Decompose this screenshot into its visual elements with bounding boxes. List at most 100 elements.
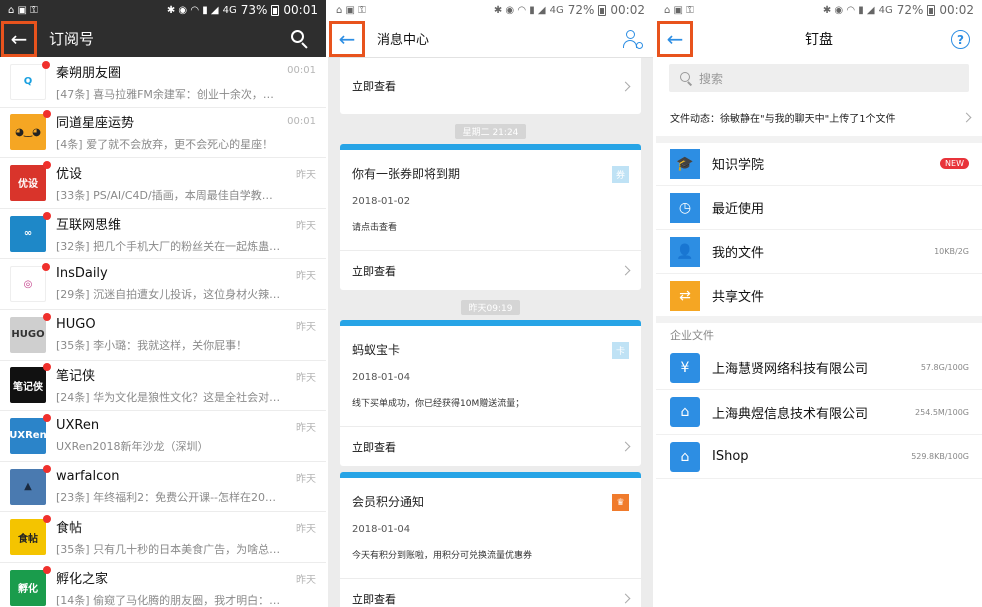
- drive-item-label: 共享文件: [712, 290, 765, 305]
- notification-icons: ⌂ ▣ ⚿: [8, 4, 38, 16]
- back-button[interactable]: ←: [657, 21, 693, 57]
- page-title: 订阅号: [49, 30, 95, 48]
- avatar-glyph: 孵化: [18, 584, 38, 596]
- enterprise-item[interactable]: ⌂ IShop 529.8KB/100G: [656, 435, 982, 479]
- clock: 00:02: [610, 3, 645, 17]
- status-bar: ⌂ ▣ ⚿ ✱ ◉ ◠ ▮ ◢ 4G 73% 00:01: [0, 0, 326, 20]
- back-button[interactable]: ←: [1, 20, 37, 57]
- chevron-right-icon: [620, 593, 631, 604]
- subscription-item[interactable]: 食帖 食帖 [35条] 只有几十秒的日本美食广告，为啥总能... 昨天: [0, 512, 326, 563]
- net-label: 4G: [878, 4, 893, 16]
- avatar: ◎: [10, 263, 50, 303]
- subscription-item[interactable]: UXRen UXRen UXRen2018新年沙龙（深圳） 昨天: [0, 411, 326, 462]
- chevron-right-icon: [620, 81, 631, 91]
- storage-usage: 10KB/2G: [934, 247, 969, 256]
- view-now-link[interactable]: 立即查看: [340, 578, 641, 607]
- header: ← 钉盘 ?: [656, 20, 982, 58]
- card-description: 请点击查看: [352, 223, 398, 233]
- view-now-label: 立即查看: [352, 80, 396, 93]
- chevron-right-icon: [961, 112, 972, 122]
- card-description: 今天有积分到账啦，用积分可兑换流量优惠券: [352, 551, 533, 561]
- header: ← 消息中心: [328, 20, 653, 58]
- enterprise-label: IShop: [712, 449, 749, 464]
- subscription-item[interactable]: ∞ 互联网思维 [32条] 把几个手机大厂的粉丝关在一起炼蛊，... 昨天: [0, 209, 326, 260]
- enterprise-files-label: 企业文件: [670, 329, 714, 342]
- view-now-link[interactable]: 立即查看: [340, 426, 641, 466]
- unread-dot: [42, 263, 50, 272]
- unread-dot: [43, 211, 51, 220]
- unread-dot: [43, 413, 51, 422]
- view-now-link[interactable]: 立即查看: [340, 58, 641, 114]
- subscription-item[interactable]: 优设 优设 [33条] PS/AI/C4D/插画，本周最佳自学教程精... 昨天: [0, 158, 326, 209]
- highlight-box: [657, 21, 693, 57]
- view-now-label: 立即查看: [352, 440, 396, 454]
- status-bar: ⌂ ▣ ⚿ ✱ ◉ ◠ ▮ ◢ 4G 72% 00:02: [328, 0, 653, 20]
- file-activity-row[interactable]: 文件动态：徐敏静在"与我的聊天中"上传了1个文件: [656, 98, 982, 136]
- avatar-glyph: HUGO: [11, 329, 45, 341]
- drive-item[interactable]: ⇄ 共享文件: [656, 274, 982, 318]
- subscription-name: 孵化之家: [56, 571, 109, 587]
- unread-dot: [43, 160, 51, 169]
- user-settings-icon[interactable]: [623, 29, 643, 49]
- subscription-time: 昨天: [296, 220, 316, 232]
- subscription-item[interactable]: ▲ warfalcon [23条] 年终福利2：免费公开课--怎样在2018..…: [0, 462, 326, 513]
- battery-percent: 72%: [567, 3, 595, 17]
- drive-item[interactable]: 🎓 知识学院 NEW: [656, 142, 982, 186]
- drive-item[interactable]: 👤 我的文件 10KB/2G: [656, 230, 982, 274]
- enterprise-item[interactable]: ⌂ 上海典煜信息技术有限公司 254.5M/100G: [656, 391, 982, 435]
- share-icon: ⇄: [670, 280, 700, 311]
- section-gap: [656, 316, 982, 323]
- subscription-name: 优设: [56, 166, 83, 182]
- subscription-time: 00:01: [287, 65, 316, 76]
- new-badge: NEW: [940, 158, 969, 169]
- card-title: 会员积分通知: [352, 495, 425, 509]
- subscription-snippet: [35条] 李小璐：我就这样，关你屁事！: [56, 338, 248, 352]
- message-card: 你有一张券即将到期 券 2018-01-02 请点击查看 立即查看: [340, 144, 641, 290]
- unread-dot: [43, 515, 51, 524]
- subscription-item[interactable]: ◎ InsDaily [29条] 沉迷自拍遭女儿投诉，这位身材火辣的... 昨天: [0, 259, 326, 310]
- card-title: 蚂蚁宝卡: [352, 343, 401, 357]
- subscription-snippet: [24条] 华为文化是狼性文化？这是全社会对我...: [56, 391, 282, 405]
- clock: 00:02: [939, 3, 974, 17]
- subscription-item[interactable]: ◕‿◕ 同道星座运势 [4条] 爱了就不会放弃，更不会死心的星座！ 00:01: [0, 108, 326, 159]
- search-button[interactable]: [290, 29, 310, 49]
- avatar-glyph: UXRen: [9, 430, 47, 442]
- notification-icons: ⌂ ▣ ⚿: [664, 4, 694, 16]
- search-placeholder: 搜索: [699, 71, 724, 86]
- search-input[interactable]: 搜索: [669, 64, 969, 92]
- highlight-box: [329, 20, 365, 57]
- chevron-right-icon: [620, 265, 631, 276]
- subscription-time: 00:01: [287, 115, 316, 127]
- net-label: 4G: [549, 4, 564, 16]
- subscription-snippet: [14条] 偷窥了马化腾的朋友圈，我才明白：马...: [56, 593, 282, 607]
- view-now-label: 立即查看: [352, 592, 396, 606]
- battery-icon: [598, 4, 607, 16]
- subscription-snippet: [35条] 只有几十秒的日本美食广告，为啥总能...: [56, 543, 282, 557]
- card-type-icon: ♛: [612, 494, 629, 511]
- avatar-glyph: ◕‿◕: [15, 126, 41, 138]
- subscription-snippet: UXRen2018新年沙龙（深圳）: [56, 439, 209, 453]
- subscription-time: 昨天: [296, 170, 316, 182]
- battery-percent: 73%: [240, 3, 268, 17]
- unread-dot: [43, 312, 51, 321]
- subscription-item[interactable]: 笔记侠 笔记侠 [24条] 华为文化是狼性文化？这是全社会对我... 昨天: [0, 361, 326, 412]
- chevron-right-icon: [620, 441, 631, 452]
- subscription-snippet: [4条] 爱了就不会放弃，更不会死心的星座！: [56, 138, 274, 152]
- back-button[interactable]: ←: [329, 20, 365, 57]
- battery-icon: [927, 4, 936, 16]
- enterprise-item[interactable]: ¥ 上海慧贤网络科技有限公司 57.8G/100G: [656, 346, 982, 390]
- subscription-item[interactable]: Q 秦朔朋友圈 [47条] 喜马拉雅FM余建军：创业十余次，在... 00:01: [0, 57, 326, 108]
- help-icon[interactable]: ?: [951, 30, 970, 49]
- subscription-item[interactable]: 孵化 孵化之家 [14条] 偷窥了马化腾的朋友圈，我才明白：马... 昨天: [0, 563, 326, 607]
- card-type-icon: 券: [612, 166, 629, 183]
- avatar: ∞: [10, 211, 51, 252]
- subscription-item[interactable]: HUGO HUGO [35条] 李小璐：我就这样，关你屁事！ 昨天: [0, 310, 326, 361]
- signal-icons: ✱ ◉ ◠ ▮ ◢: [493, 4, 546, 16]
- avatar: 食帖: [10, 515, 51, 556]
- battery-icon: [271, 4, 280, 16]
- avatar-glyph: ◎: [23, 278, 33, 290]
- drive-item[interactable]: ◷ 最近使用: [656, 186, 982, 230]
- subscription-time: 昨天: [296, 524, 316, 536]
- view-now-link[interactable]: 立即查看: [340, 250, 641, 290]
- notification-icons: ⌂ ▣ ⚿: [336, 4, 366, 16]
